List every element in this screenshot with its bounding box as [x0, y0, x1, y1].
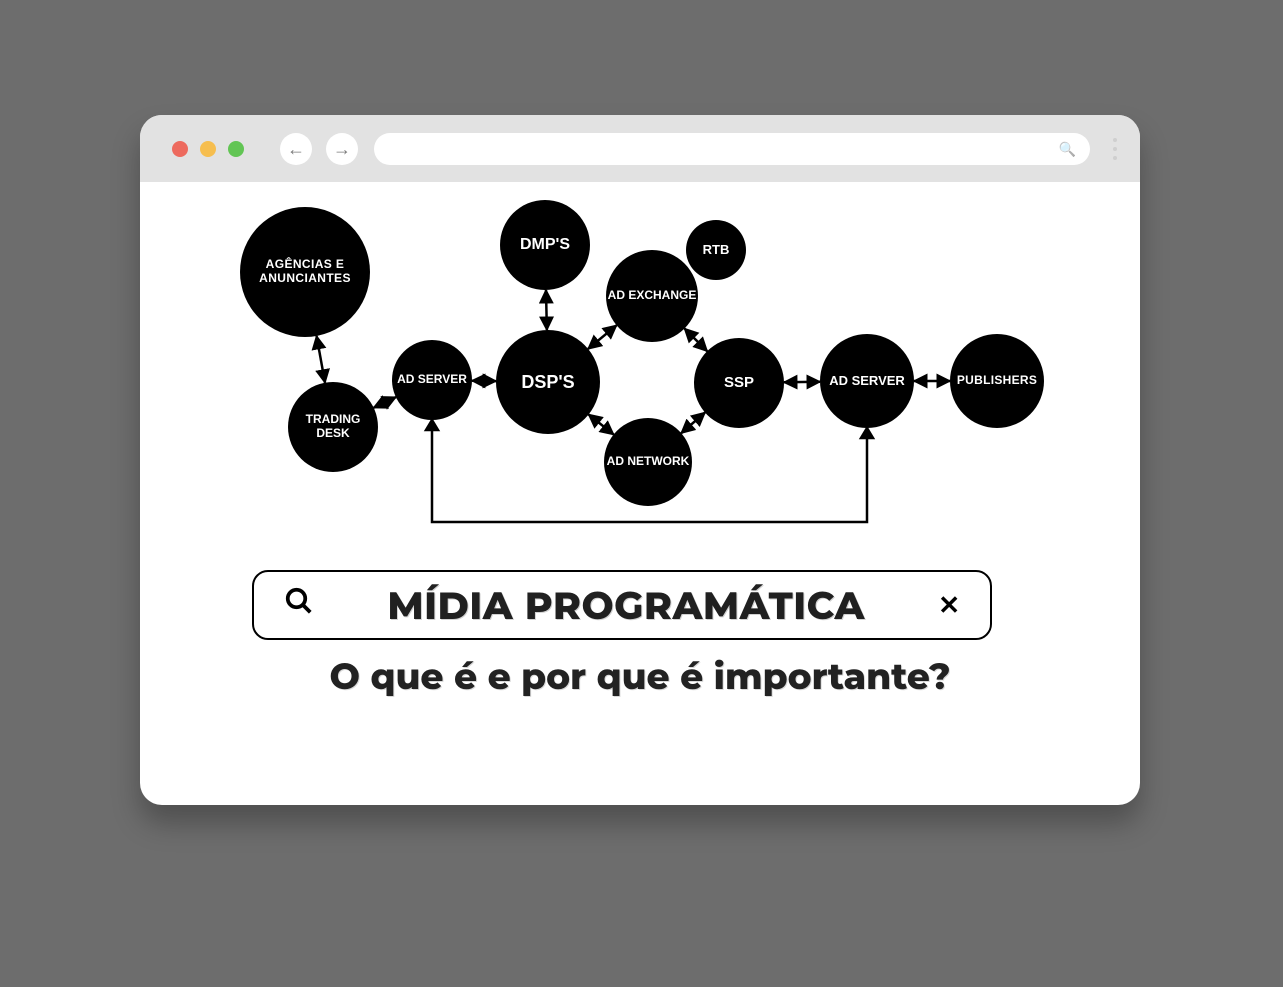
browser-menu-button[interactable] — [1106, 133, 1124, 165]
node-ad-network: AD NETWORK — [604, 418, 692, 506]
node-trading: TRADING DESK — [288, 382, 378, 472]
arrow-right-icon: → — [333, 139, 351, 160]
headline-term: MÍDIA PROGRAMÁTICA — [338, 582, 914, 629]
window-maximize-dot[interactable] — [228, 141, 244, 157]
node-dsps: DSP'S — [496, 330, 600, 434]
node-agencias: AGÊNCIAS E ANUNCIANTES — [240, 207, 370, 337]
window-close-dot[interactable] — [172, 141, 188, 157]
clear-icon[interactable]: ✕ — [938, 590, 960, 621]
node-publishers: PUBLISHERS — [950, 334, 1044, 428]
window-minimize-dot[interactable] — [200, 141, 216, 157]
search-icon: 🔍 — [1059, 141, 1076, 158]
node-dmps: DMP'S — [500, 200, 590, 290]
headline-search-box: MÍDIA PROGRAMÁTICA ✕ — [252, 570, 992, 640]
search-icon — [284, 586, 314, 624]
browser-toolbar: ← → 🔍 — [140, 115, 1140, 182]
nav-back-button[interactable]: ← — [280, 133, 312, 165]
node-ssp: SSP — [694, 338, 784, 428]
node-ad-server-2: AD SERVER — [820, 334, 914, 428]
node-rtb: RTB — [686, 220, 746, 280]
subtitle: O que é e por que é importante? — [140, 655, 1140, 700]
node-ad-exchange: AD EXCHANGE — [606, 250, 698, 342]
node-ad-server-1: AD SERVER — [392, 340, 472, 420]
browser-window: ← → 🔍 AGÊNCIAS E ANUNCIANTES TRADING DES… — [140, 115, 1140, 805]
arrow-left-icon: ← — [287, 139, 305, 160]
nav-forward-button[interactable]: → — [326, 133, 358, 165]
url-bar[interactable]: 🔍 — [374, 133, 1090, 165]
